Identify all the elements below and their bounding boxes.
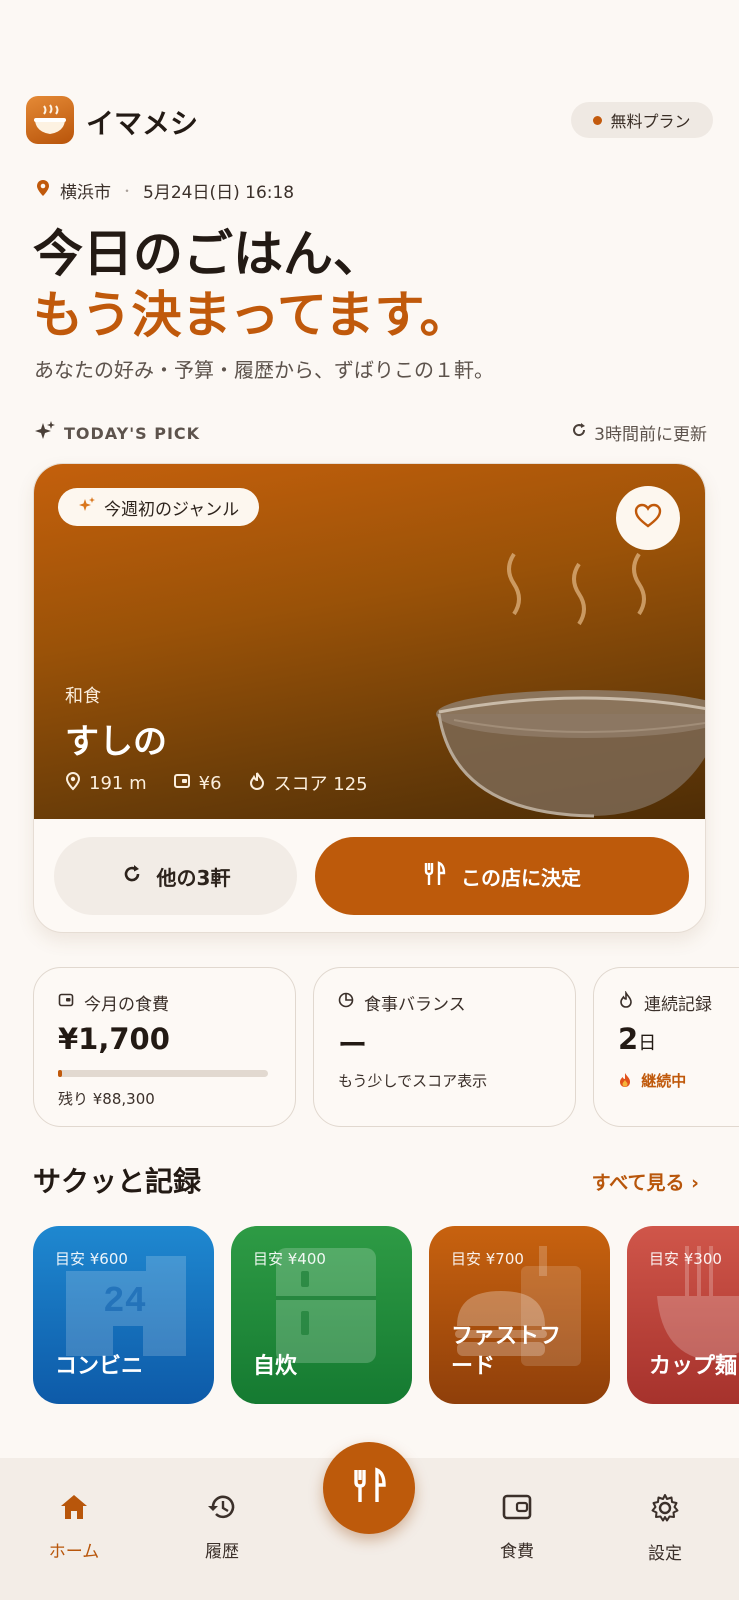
nav-settings-label: 設定 (648, 1544, 682, 1564)
app-icon (26, 96, 74, 144)
streak-unit: 日 (638, 1033, 657, 1054)
monthly-food-cost-value: ¥1,700 (58, 1022, 170, 1056)
stat-title: 食事バランス (338, 990, 466, 1015)
flame-icon (618, 989, 634, 1014)
budget-label: 目安 ¥400 (253, 1250, 326, 1268)
location-pin-icon (65, 771, 81, 796)
flame-icon (248, 771, 266, 796)
streak-value: 2日 (618, 1022, 656, 1056)
plan-badge-label: 無料プラン (610, 112, 691, 131)
app-name: イマメシ (86, 107, 199, 140)
nav-expense-label: 食費 (500, 1542, 534, 1562)
meal-balance-value: ー (338, 1028, 368, 1062)
sparkle-icon (34, 420, 56, 446)
todays-pick-text: TODAY'S PICK (64, 423, 201, 443)
location-row: 横浜市 ・ 5月24日(日) 16:18 (36, 178, 294, 203)
meal-balance-card[interactable]: 食事バランス ー もう少しでスコア表示 (313, 967, 576, 1127)
nav-expense[interactable]: 食費 (472, 1492, 562, 1562)
sparkle-icon (78, 496, 96, 519)
refresh-status[interactable]: 3時間前に更新 (570, 420, 707, 445)
fork-knife-icon (351, 1467, 387, 1509)
fire-emoji-icon (618, 1072, 637, 1090)
status-dot (593, 115, 603, 125)
plan-badge[interactable]: 無料プラン (571, 102, 713, 138)
genre-chip-label: 今週初のジャンル (104, 499, 240, 520)
decide-button[interactable]: この店に決定 (315, 837, 689, 915)
quick-card-fastfood[interactable]: 目安 ¥700 ファストフード (429, 1226, 610, 1404)
svg-text:24: 24 (103, 1281, 146, 1322)
other-options-label: 他の3軒 (156, 865, 231, 890)
genre-chip: 今週初のジャンル (58, 488, 260, 526)
pick-hero-image: 今週初のジャンル 和食 すしの 191 m ¥6 スコア 125 (34, 464, 705, 819)
streak-status-text: 継続中 (641, 1072, 687, 1090)
stat-title-text: 連続記録 (644, 995, 712, 1015)
streak-status: 継続中 (618, 1070, 686, 1091)
other-options-button[interactable]: 他の3軒 (54, 837, 297, 915)
city-label: 横浜市 (60, 183, 111, 203)
quick-card-cooking[interactable]: 目安 ¥400 自炊 (231, 1226, 412, 1404)
budget-progress-fill (58, 1070, 63, 1077)
shop-name: すしの (65, 722, 167, 762)
meal-balance-note: もう少しでスコア表示 (338, 1072, 488, 1090)
fork-knife-icon (423, 860, 447, 892)
cuisine-label: 和食 (65, 686, 101, 707)
streak-card[interactable]: 連続記録 2日 継続中 (593, 967, 739, 1127)
pie-chart-icon (338, 992, 354, 1013)
nav-home-label: ホーム (48, 1542, 100, 1562)
quick-record-title: サクッと記録 (33, 1165, 202, 1198)
nav-history-label: 履歴 (205, 1542, 239, 1562)
home-icon (58, 1492, 90, 1527)
nav-settings[interactable]: 設定 (620, 1492, 710, 1564)
headline-subtext: あなたの好み・予算・履歴から、ずばりこの１軒。 (34, 358, 494, 382)
stat-title: 今月の食費 (58, 990, 169, 1015)
separator-dot: ・ (121, 184, 134, 198)
budget-label: 目安 ¥700 (451, 1250, 524, 1268)
quick-card-name-line2: ード (451, 1354, 496, 1379)
quick-card-convenience[interactable]: 24 目安 ¥600 コンビニ (33, 1226, 214, 1404)
quick-card-cup-noodle[interactable]: 目安 ¥300 カップ麺 (627, 1226, 739, 1404)
refresh-time: 3時間前に更新 (594, 425, 707, 445)
price-value: ¥6 (198, 772, 222, 794)
quick-card-name: カップ麺 (649, 1354, 738, 1379)
datetime-label: 5月24日(日) 16:18 (143, 183, 295, 203)
meal-decide-fab[interactable] (323, 1442, 415, 1534)
stat-title-text: 今月の食費 (84, 995, 169, 1015)
nav-history[interactable]: 履歴 (177, 1492, 267, 1562)
score-meta: スコア 125 (248, 770, 368, 796)
budget-label: 目安 ¥300 (649, 1250, 722, 1268)
heart-icon (634, 503, 662, 533)
favorite-button[interactable] (616, 486, 680, 550)
streak-count: 2 (618, 1022, 639, 1056)
stat-title-text: 食事バランス (364, 995, 466, 1015)
wallet-icon (58, 992, 74, 1013)
quick-card-name-line1: ファストフ (451, 1324, 562, 1349)
decide-label: この店に決定 (461, 865, 581, 890)
quick-card-name: ファストフ ード (451, 1322, 561, 1382)
score-value: スコア 125 (273, 774, 368, 795)
see-all-link[interactable]: すべて見る › (592, 1168, 699, 1195)
distance-value: 191 m (89, 772, 147, 794)
refresh-icon (121, 863, 143, 890)
distance-meta: 191 m (65, 771, 147, 796)
stat-title: 連続記録 (618, 989, 712, 1015)
shop-meta: 191 m ¥6 スコア 125 (65, 770, 368, 796)
location-pin-icon (36, 179, 50, 202)
steaming-bowl-illustration (394, 544, 705, 828)
headline-line2: もう決まってます。 (33, 286, 470, 344)
remaining-budget: 残り ¥88,300 (58, 1090, 155, 1108)
gear-icon (649, 1492, 681, 1529)
quick-card-name: 自炊 (253, 1354, 298, 1379)
nav-home[interactable]: ホーム (29, 1492, 119, 1562)
wallet-icon (501, 1492, 533, 1527)
price-meta: ¥6 (173, 772, 222, 795)
wallet-icon (173, 772, 191, 795)
todays-pick-card[interactable]: 今週初のジャンル 和食 すしの 191 m ¥6 スコア 125 他の3軒 この… (33, 463, 706, 933)
budget-progress-bar (58, 1070, 268, 1077)
budget-label: 目安 ¥600 (55, 1250, 128, 1268)
history-icon (206, 1492, 238, 1527)
refresh-icon (570, 421, 588, 444)
quick-card-name: コンビニ (55, 1354, 144, 1379)
monthly-food-cost-card[interactable]: 今月の食費 ¥1,700 残り ¥88,300 (33, 967, 296, 1127)
todays-pick-label: TODAY'S PICK (34, 420, 200, 446)
